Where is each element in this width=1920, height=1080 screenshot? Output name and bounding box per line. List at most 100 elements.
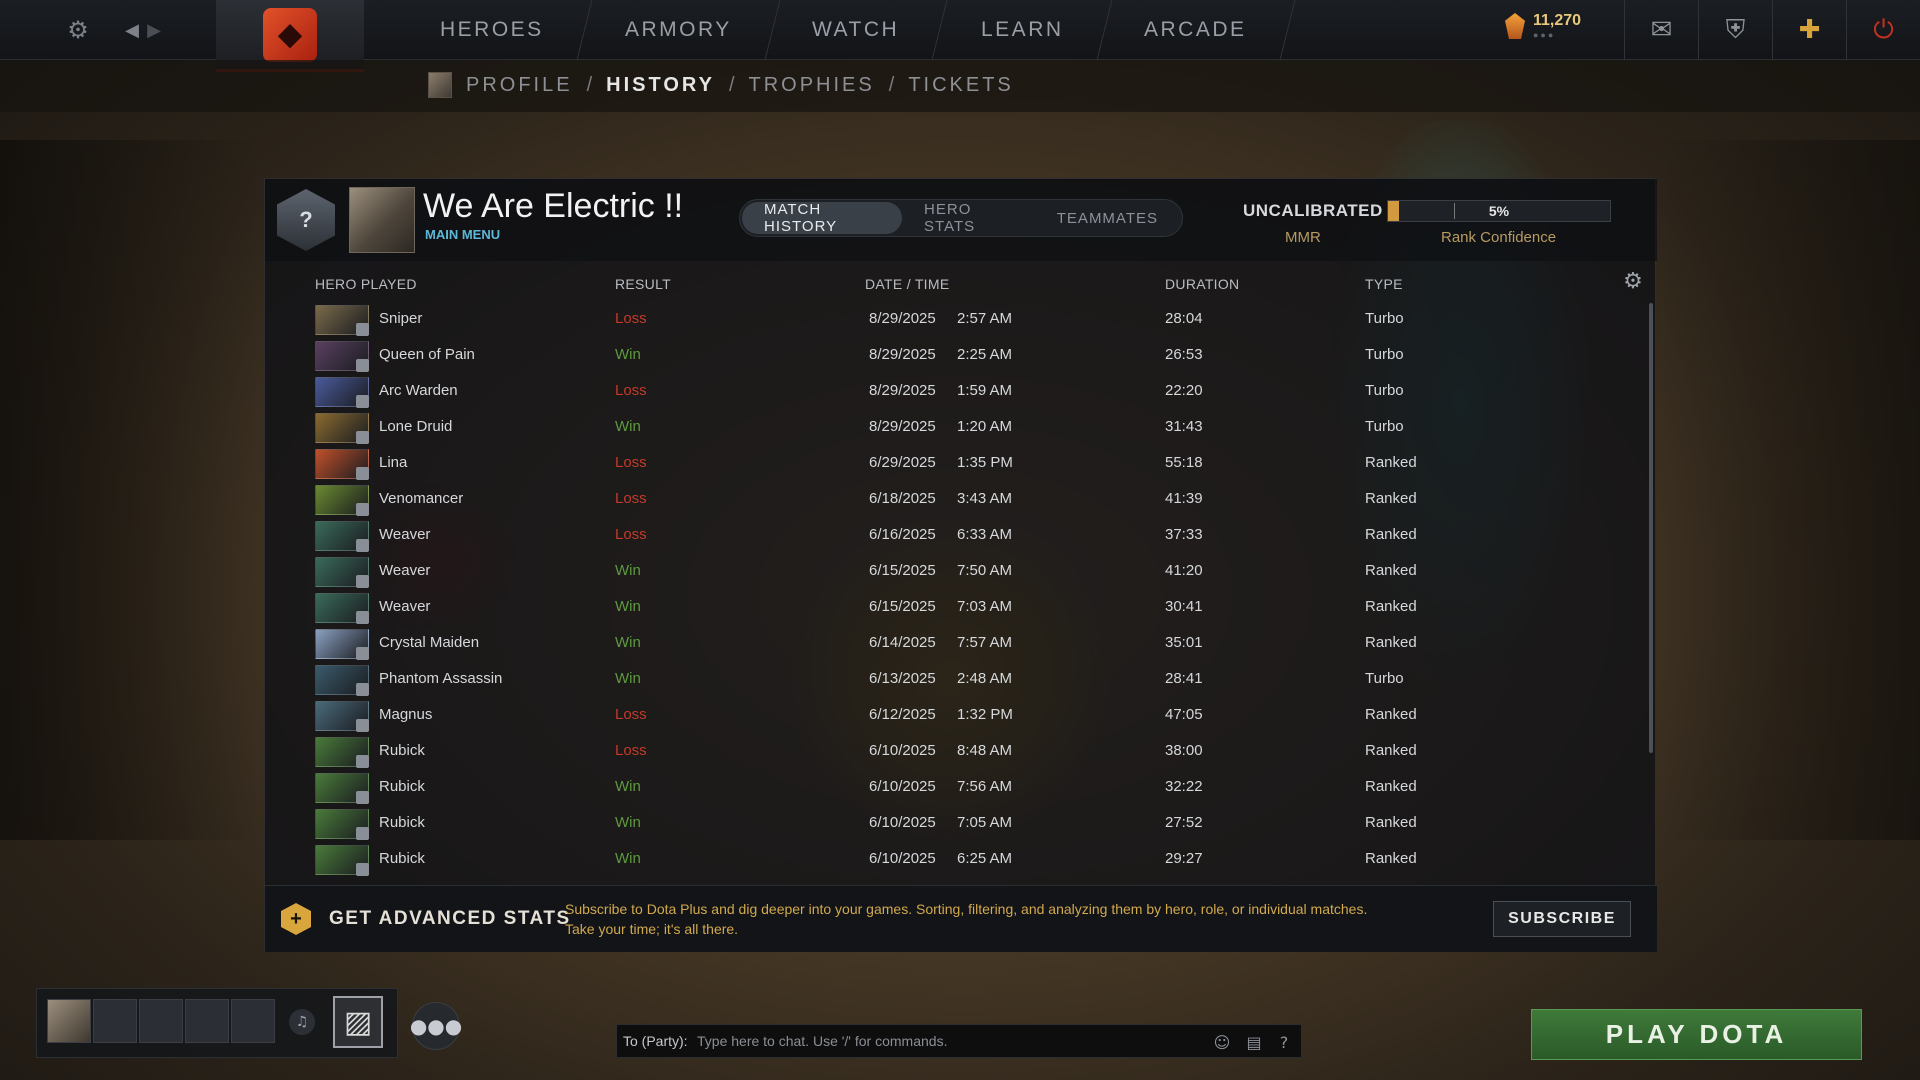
match-date: 6/12/2025 <box>869 706 936 723</box>
play-dota-button[interactable]: PLAY DOTA <box>1531 1009 1862 1060</box>
shard-icon <box>1505 13 1525 39</box>
party-slot[interactable] <box>93 999 137 1043</box>
match-date: 6/29/2025 <box>869 454 936 471</box>
background-trees-right <box>1660 140 1920 840</box>
role-badge-icon <box>356 863 369 876</box>
table-row[interactable]: Arc Warden Loss 8/29/2025 1:59 AM 22:20 Turbo <box>265 373 1657 409</box>
match-time: 3:43 AM <box>957 490 1013 507</box>
chat-channel-label[interactable]: To (Party): <box>623 1033 688 1049</box>
forward-arrow-icon[interactable]: ▶ <box>138 14 170 46</box>
match-time: 2:25 AM <box>957 346 1013 363</box>
match-type: Ranked <box>1365 742 1417 759</box>
table-row[interactable]: Lina Loss 6/29/2025 1:35 PM 55:18 Ranked <box>265 445 1657 481</box>
table-row[interactable]: Rubick Loss 6/10/2025 8:48 AM 38:00 Ranked <box>265 733 1657 769</box>
nav-armory[interactable]: ARMORY <box>577 0 780 60</box>
table-row[interactable]: Rubick Win 6/10/2025 6:25 AM 29:27 Ranked <box>265 841 1657 877</box>
dota-plus-icon[interactable]: ✚ <box>1772 0 1846 60</box>
match-type: Ranked <box>1365 778 1417 795</box>
top-bar: ⚙ ◀ ▶ ◆ HEROES ARMORY WATCH LEARN ARCADE… <box>0 0 1920 72</box>
settings-gear-icon[interactable]: ⚙ <box>62 14 94 46</box>
tab-history[interactable]: HISTORY <box>606 74 715 97</box>
guild-emblem-icon[interactable]: ▨ <box>333 996 383 1048</box>
tab-hero-stats[interactable]: HERO STATS <box>902 201 1035 235</box>
party-finder-icon[interactable]: ●●● <box>410 1002 462 1050</box>
table-row[interactable]: Phantom Assassin Win 6/13/2025 2:48 AM 28:41… <box>265 661 1657 697</box>
table-row[interactable]: Rubick Win 6/10/2025 7:56 AM 32:22 Ranked <box>265 769 1657 805</box>
match-result: Loss <box>615 382 647 399</box>
history-tabs: MATCH HISTORY HERO STATS TEAMMATES <box>739 199 1183 237</box>
match-result: Loss <box>615 310 647 327</box>
match-date: 8/29/2025 <box>869 310 936 327</box>
armory-shield-icon[interactable]: ⛨ <box>1698 0 1772 60</box>
crumb-separator: / <box>888 73 895 96</box>
match-type: Ranked <box>1365 526 1417 543</box>
party-slot[interactable] <box>139 999 183 1043</box>
tab-trophies[interactable]: TROPHIES <box>749 74 875 97</box>
match-duration: 29:27 <box>1165 850 1203 867</box>
chat-wheel-icon[interactable]: ▤ <box>1243 1031 1265 1053</box>
table-row[interactable]: Rubick Win 6/10/2025 7:05 AM 27:52 Ranked <box>265 805 1657 841</box>
match-time: 1:59 AM <box>957 382 1013 399</box>
mail-icon[interactable]: ✉ <box>1624 0 1698 60</box>
table-row[interactable]: Magnus Loss 6/12/2025 1:32 PM 47:05 Ranked <box>265 697 1657 733</box>
match-duration: 28:41 <box>1165 670 1203 687</box>
table-row[interactable]: Weaver Win 6/15/2025 7:50 AM 41:20 Ranked <box>265 553 1657 589</box>
role-badge-icon <box>356 791 369 804</box>
power-icon[interactable]: ⏻ <box>1846 0 1920 60</box>
match-result: Win <box>615 346 641 363</box>
dota-plus-icon: + <box>281 903 311 935</box>
hero-name: Rubick <box>379 850 425 867</box>
match-date: 6/18/2025 <box>869 490 936 507</box>
party-slot-self[interactable] <box>47 999 91 1043</box>
chat-input[interactable] <box>697 1029 1217 1053</box>
match-type: Turbo <box>1365 670 1404 687</box>
role-badge-icon <box>356 575 369 588</box>
table-row[interactable]: Sniper Loss 8/29/2025 2:57 AM 28:04 Turbo <box>265 301 1657 337</box>
voice-chat-icon[interactable]: ♫ <box>289 1009 315 1035</box>
nav-watch[interactable]: WATCH <box>765 0 949 60</box>
match-type: Ranked <box>1365 454 1417 471</box>
match-type: Ranked <box>1365 562 1417 579</box>
rank-confidence-value: 5% <box>1488 203 1510 219</box>
hero-name: Phantom Assassin <box>379 670 503 687</box>
table-row[interactable]: Queen of Pain Win 8/29/2025 2:25 AM 26:53 Tur… <box>265 337 1657 373</box>
advanced-stats-promo: + GET ADVANCED STATS Subscribe to Dota P… <box>265 885 1657 952</box>
match-type: Ranked <box>1365 850 1417 867</box>
match-duration: 47:05 <box>1165 706 1203 723</box>
nav-learn[interactable]: LEARN <box>933 0 1112 60</box>
match-list: Sniper Loss 8/29/2025 2:57 AM 28:04 Turbo Quee… <box>265 301 1657 883</box>
col-duration: DURATION <box>1165 276 1240 292</box>
tab-profile[interactable]: PROFILE <box>466 74 573 97</box>
subscribe-button[interactable]: SUBSCRIBE <box>1493 901 1631 937</box>
table-row[interactable]: Lone Druid Win 8/29/2025 1:20 AM 31:43 Turbo <box>265 409 1657 445</box>
match-type: Turbo <box>1365 346 1404 363</box>
table-row[interactable]: Crystal Maiden Win 6/14/2025 7:57 AM 35:01 Ra… <box>265 625 1657 661</box>
role-badge-icon <box>356 431 369 444</box>
help-icon[interactable]: ? <box>1273 1031 1295 1053</box>
emoji-icon[interactable]: ☺ <box>1211 1031 1233 1053</box>
table-row[interactable]: Venomancer Loss 6/18/2025 3:43 AM 41:39 Ranke… <box>265 481 1657 517</box>
tab-match-history[interactable]: MATCH HISTORY <box>742 201 903 235</box>
party-slot[interactable] <box>231 999 275 1043</box>
nav-arcade[interactable]: ARCADE <box>1096 0 1296 60</box>
match-result: Win <box>615 598 641 615</box>
player-avatar[interactable] <box>349 187 415 253</box>
match-result: Loss <box>615 454 647 471</box>
scrollbar[interactable] <box>1649 303 1653 753</box>
tab-tickets[interactable]: TICKETS <box>908 74 1013 97</box>
main-nav: HEROES ARMORY WATCH LEARN ARCADE <box>392 0 1296 60</box>
promo-text: Subscribe to Dota Plus and dig deeper in… <box>565 901 1368 937</box>
match-duration: 32:22 <box>1165 778 1203 795</box>
table-settings-gear-icon[interactable]: ⚙ <box>1621 269 1645 294</box>
crumb-separator: / <box>586 73 593 96</box>
match-result: Win <box>615 778 641 795</box>
shards-currency[interactable]: 11,270 ●●● <box>1505 12 1581 40</box>
match-duration: 28:04 <box>1165 310 1203 327</box>
table-row[interactable]: Weaver Win 6/15/2025 7:03 AM 30:41 Ranked <box>265 589 1657 625</box>
tab-teammates[interactable]: TEAMMATES <box>1035 202 1180 234</box>
match-duration: 22:20 <box>1165 382 1203 399</box>
party-slot[interactable] <box>185 999 229 1043</box>
rank-emblem-icon[interactable]: ? <box>277 189 335 251</box>
table-row[interactable]: Weaver Loss 6/16/2025 6:33 AM 37:33 Ranked <box>265 517 1657 553</box>
nav-heroes[interactable]: HEROES <box>392 0 593 60</box>
